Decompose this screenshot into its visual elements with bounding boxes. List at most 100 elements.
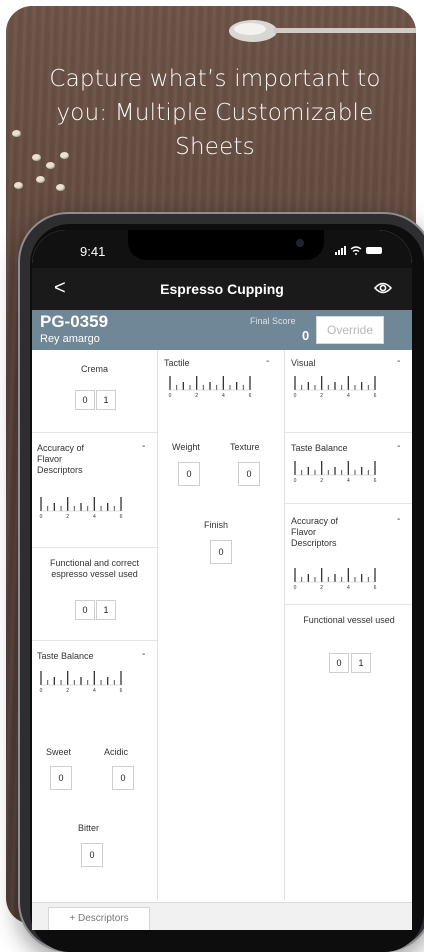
- coffee-bean: [36, 176, 45, 183]
- wifi-icon: [350, 246, 362, 255]
- collapse-button[interactable]: -: [142, 649, 145, 660]
- score-0-button[interactable]: 0: [75, 390, 95, 410]
- card-title: Taste Balance: [291, 443, 348, 453]
- vessel-card: Functional and correct espresso vessel u…: [32, 548, 157, 641]
- nav-bar: < Espresso Cupping: [32, 268, 412, 310]
- scale-label: 4: [222, 393, 225, 398]
- descriptors-label: Descriptors: [78, 913, 129, 924]
- scale-label: 2: [320, 478, 323, 483]
- sheet-column-3: Visual - 0 2 4 6 Taste Balance - 0 2 4 6 Accur…: [285, 350, 412, 900]
- flavor-accuracy-card: Accuracy of Flavor Descriptors - 0 2 4 6: [285, 504, 412, 605]
- status-time: 9:41: [80, 244, 106, 259]
- sheet-footer: + Descriptors: [32, 902, 412, 930]
- sample-header: PG-0359 Rey amargo Final Score 0 Overrid…: [32, 310, 412, 350]
- collapse-button[interactable]: -: [397, 441, 400, 452]
- scale-label: 4: [93, 514, 96, 519]
- scale-label: 0: [294, 478, 297, 483]
- sample-name: Rey amargo: [40, 333, 100, 345]
- card-title: Visual: [291, 358, 316, 368]
- card-title: Taste Balance: [37, 651, 94, 661]
- signal-icon: [335, 246, 346, 255]
- collapse-button[interactable]: -: [266, 356, 269, 367]
- tactile-card: Tactile - 0 2 4 6 Weight 0 Texture 0 Finish…: [158, 350, 284, 900]
- intensity-scale[interactable]: 0 2 4 6: [37, 495, 125, 519]
- counter-label: Sweet: [46, 747, 72, 757]
- flavor-accuracy-card: Accuracy of Flavor Descriptors - 0 2 4 6: [32, 433, 157, 548]
- promo-headline: Capture what’s important to you: Multipl…: [49, 66, 381, 160]
- app-screen: 9:41 < Espresso Cupping PG-0359 Rey amar…: [32, 230, 412, 930]
- spoon-image: [229, 20, 416, 42]
- counter-value[interactable]: 0: [238, 462, 260, 486]
- counter-label: Finish: [204, 520, 229, 530]
- scale-label: 2: [66, 688, 69, 693]
- final-score-label: Final Score: [250, 316, 296, 326]
- scale-label: 0: [40, 688, 43, 693]
- phone-notch: [128, 230, 324, 260]
- vessel-card: Functional vessel used 0 1: [285, 605, 412, 900]
- intensity-scale[interactable]: 0 2 4 6: [291, 459, 379, 483]
- scale-label: 0: [294, 585, 297, 590]
- scale-label: 2: [66, 514, 69, 519]
- intensity-scale[interactable]: 0 2 4 6: [37, 669, 125, 693]
- card-title: Tactile: [164, 358, 190, 368]
- scale-label: 4: [347, 478, 350, 483]
- scale-label: 4: [347, 585, 350, 590]
- battery-icon: [366, 247, 382, 254]
- scale-label: 4: [347, 393, 350, 398]
- descriptors-button[interactable]: + Descriptors: [48, 907, 150, 930]
- card-title: Functional and correct espresso vessel u…: [49, 558, 140, 579]
- scale-label: 6: [249, 393, 252, 398]
- score-0-button[interactable]: 0: [75, 600, 95, 620]
- coffee-bean: [14, 182, 23, 189]
- intensity-scale[interactable]: 0 2 4 6: [166, 374, 254, 398]
- collapse-button[interactable]: -: [142, 441, 145, 452]
- collapse-button[interactable]: -: [397, 356, 400, 367]
- counter-value[interactable]: 0: [50, 766, 72, 790]
- scale-label: 4: [93, 688, 96, 693]
- scale-label: 2: [195, 393, 198, 398]
- card-title: Functional vessel used: [303, 615, 395, 625]
- score-1-button[interactable]: 1: [96, 600, 116, 620]
- scale-label: 6: [120, 514, 123, 519]
- scale-label: 0: [294, 393, 297, 398]
- counter-label: Acidic: [104, 747, 129, 757]
- coffee-bean: [12, 130, 21, 137]
- card-title: Accuracy of Flavor Descriptors: [291, 516, 339, 548]
- sheet-column-1: Crema 0 1 Accuracy of Flavor Descriptors…: [32, 350, 158, 900]
- coffee-bean: [56, 184, 65, 191]
- scale-label: 6: [374, 585, 377, 590]
- camera-icon: [296, 239, 304, 247]
- sample-code: PG-0359: [40, 312, 109, 331]
- score-1-button[interactable]: 1: [96, 390, 116, 410]
- crema-card: Crema 0 1: [32, 350, 157, 433]
- counter-value[interactable]: 0: [112, 766, 134, 790]
- score-1-button[interactable]: 1: [351, 653, 371, 673]
- page-title: Espresso Cupping: [160, 281, 284, 297]
- card-title: Crema: [80, 364, 108, 374]
- counter-label: Texture: [230, 442, 260, 452]
- override-input[interactable]: Override: [316, 316, 384, 344]
- scale-label: 0: [40, 514, 43, 519]
- scale-label: 6: [374, 478, 377, 483]
- scale-label: 0: [169, 393, 172, 398]
- counter-value[interactable]: 0: [210, 540, 232, 564]
- card-title: Accuracy of Flavor Descriptors: [37, 443, 85, 475]
- taste-balance-card: Taste Balance - 0 2 4 6: [285, 433, 412, 504]
- counter-value[interactable]: 0: [81, 843, 103, 867]
- visual-card: Visual - 0 2 4 6: [285, 350, 412, 433]
- counter-label: Bitter: [78, 823, 100, 833]
- sheet-column-2: Tactile - 0 2 4 6 Weight 0 Texture 0 Finish…: [158, 350, 285, 900]
- counter-label: Weight: [172, 442, 200, 452]
- eye-icon[interactable]: [374, 281, 392, 295]
- counter-value[interactable]: 0: [178, 462, 200, 486]
- score-0-button[interactable]: 0: [329, 653, 349, 673]
- taste-balance-card: Taste Balance - 0 2 4 6 Sweet 0 Acidic 0 Bi…: [32, 641, 157, 900]
- scale-label: 6: [374, 393, 377, 398]
- scale-label: 2: [320, 393, 323, 398]
- cupping-sheet: Crema 0 1 Accuracy of Flavor Descriptors…: [32, 350, 412, 900]
- add-descriptor-icon: +: [69, 913, 76, 924]
- intensity-scale[interactable]: 0 2 4 6: [291, 374, 379, 398]
- collapse-button[interactable]: -: [397, 514, 400, 525]
- status-icons: [335, 246, 382, 255]
- intensity-scale[interactable]: 0 2 4 6: [291, 566, 379, 590]
